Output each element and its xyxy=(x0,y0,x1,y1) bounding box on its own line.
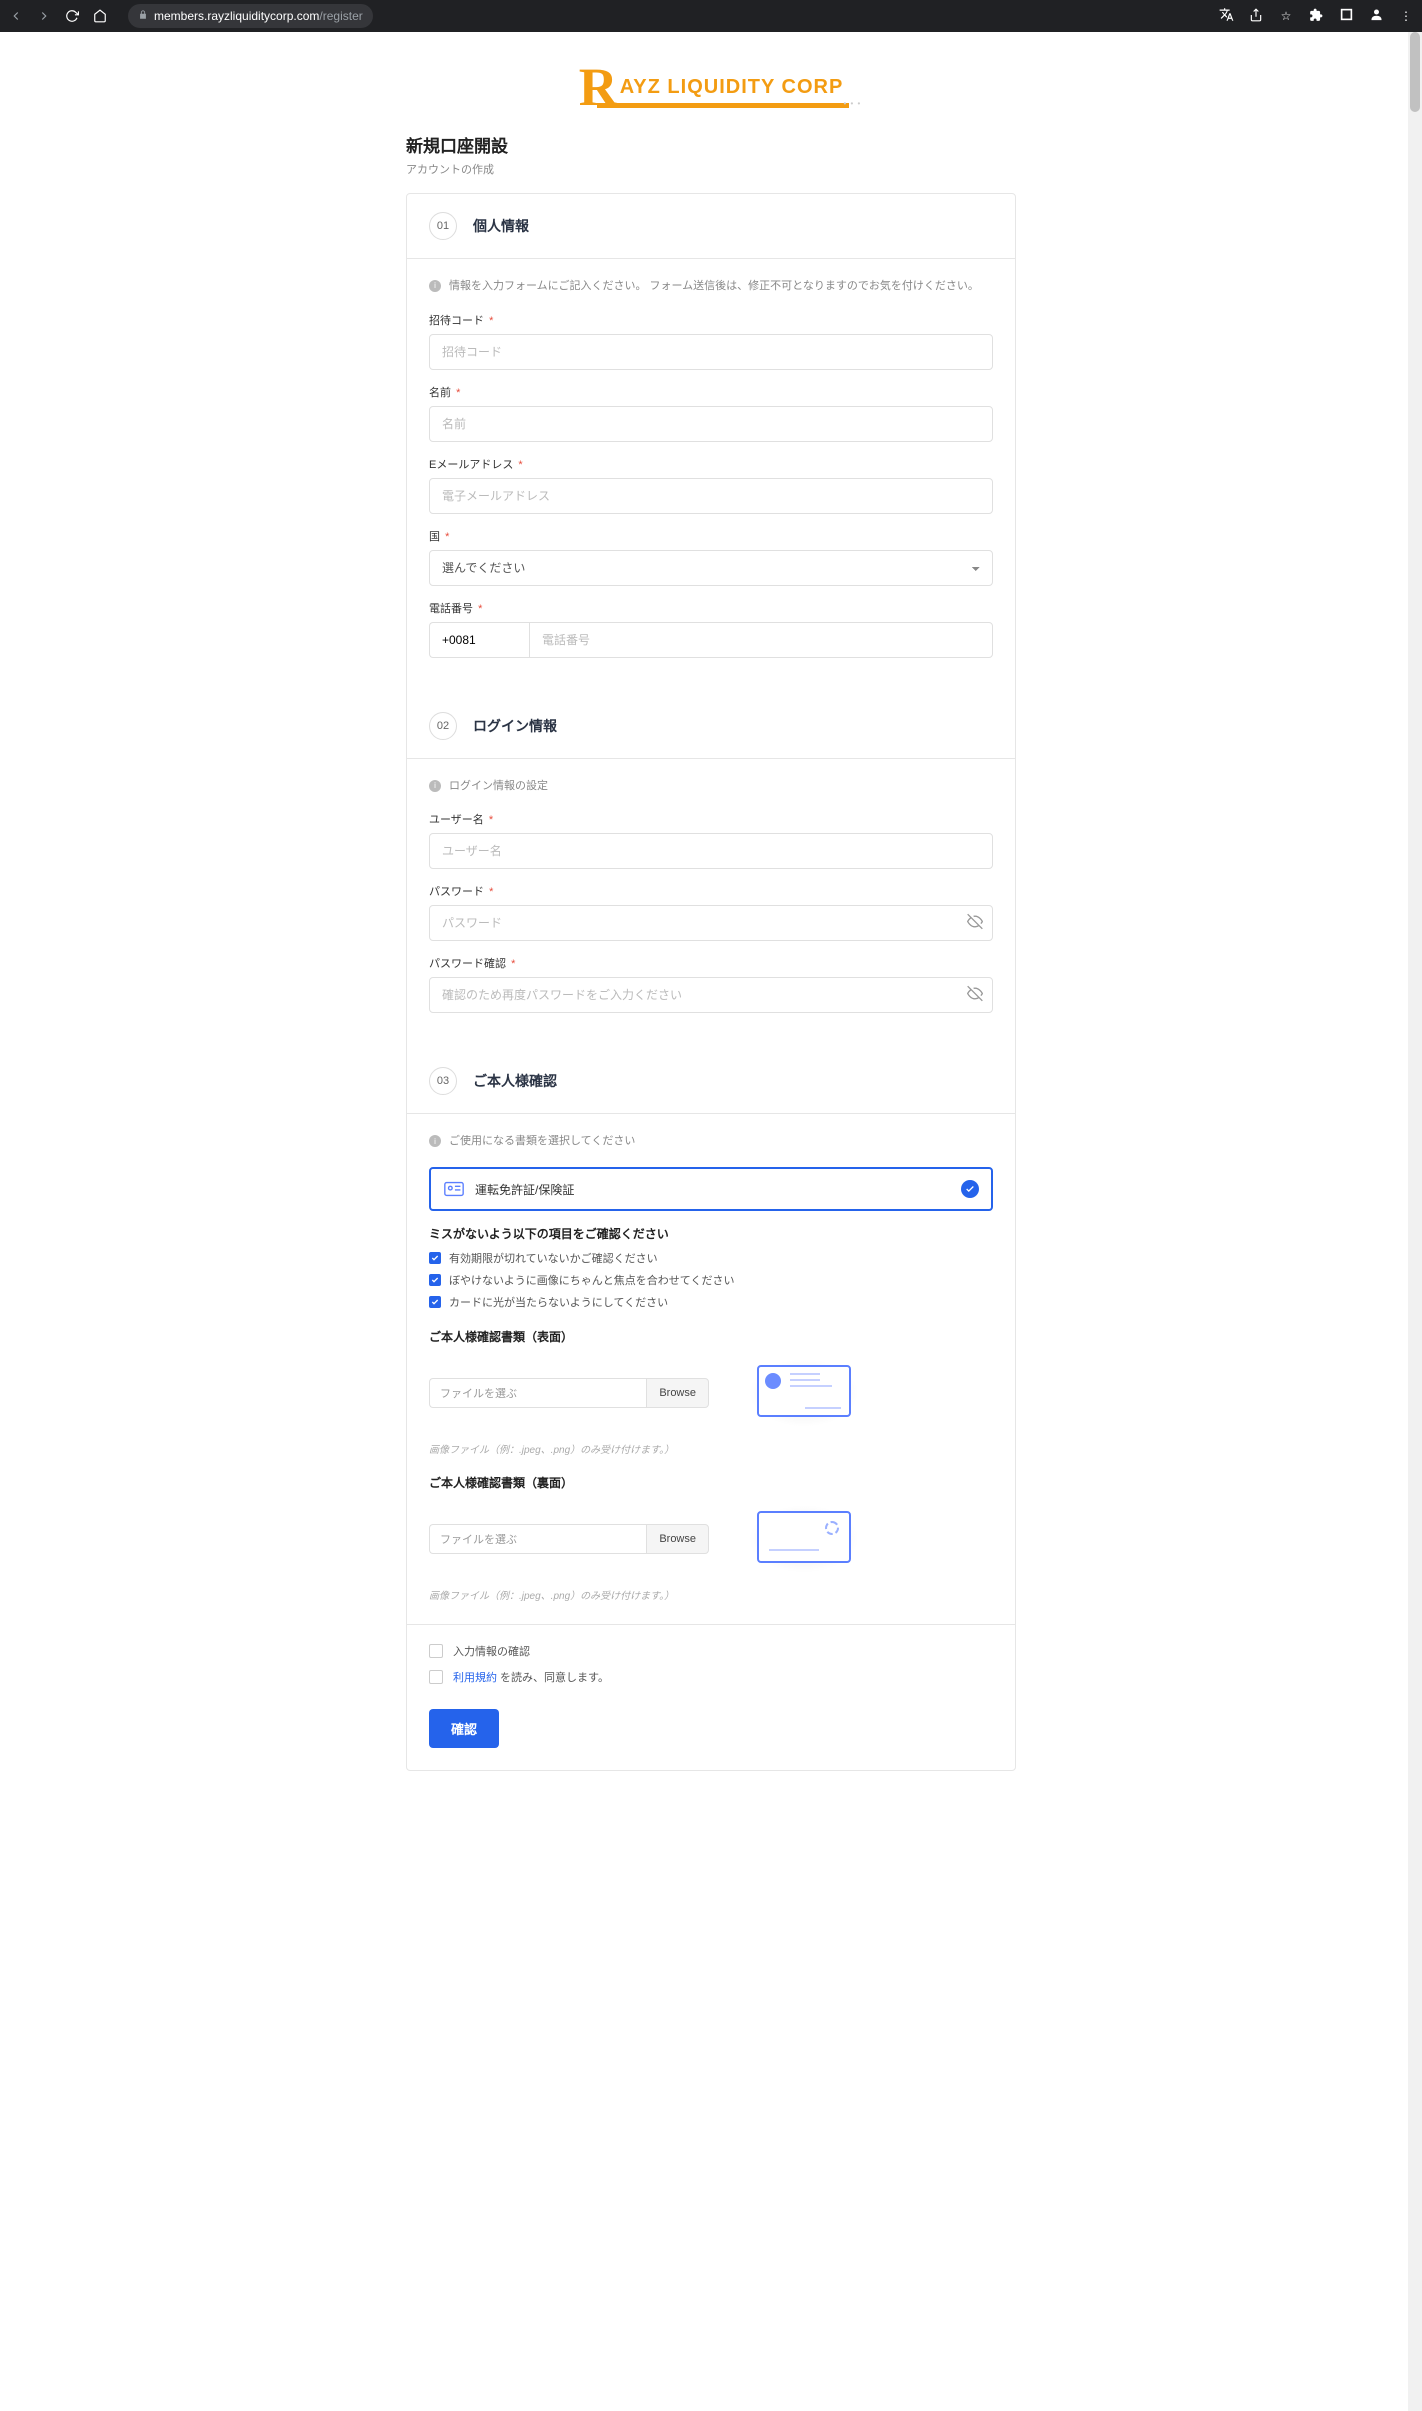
password-confirm-label: パスワード確認 * xyxy=(429,955,993,971)
section-2-note: i ログイン情報の設定 xyxy=(429,777,993,796)
confirm-info-checkbox[interactable] xyxy=(429,1644,443,1658)
step-1-badge: 01 xyxy=(429,212,457,240)
home-icon[interactable] xyxy=(92,8,108,24)
invite-input[interactable] xyxy=(429,334,993,370)
checkbox-checked-icon xyxy=(429,1252,441,1264)
country-select[interactable]: 選んでください xyxy=(429,550,993,586)
url-text: members.rayzliquiditycorp.com/register xyxy=(154,9,363,23)
step-3-badge: 03 xyxy=(429,1067,457,1095)
section-3-title: ご本人様確認 xyxy=(473,1071,557,1091)
scrollbar[interactable] xyxy=(1408,32,1422,2411)
document-type-option[interactable]: 運転免許証/保険証 xyxy=(429,1167,993,1211)
username-input[interactable] xyxy=(429,833,993,869)
confirm-info-label: 入力情報の確認 xyxy=(453,1643,530,1659)
section-3-note: i ご使用になる書類を選択してください xyxy=(429,1132,993,1151)
phone-input[interactable] xyxy=(529,622,993,658)
submit-button[interactable]: 確認 xyxy=(429,1709,499,1748)
page-title: 新規口座開設 xyxy=(406,132,1016,157)
back-file-name: ファイルを選ぶ xyxy=(429,1524,646,1554)
front-browse-button[interactable]: Browse xyxy=(646,1378,709,1408)
checklist-item: ぼやけないように画像にちゃんと焦点を合わせてください xyxy=(429,1272,993,1288)
section-1-title: 個人情報 xyxy=(473,216,529,236)
step-2-badge: 02 xyxy=(429,712,457,740)
email-input[interactable] xyxy=(429,478,993,514)
password-input[interactable] xyxy=(429,905,993,941)
logo-text: AYZ LIQUIDITY CORP xyxy=(620,76,844,98)
front-upload-title: ご本人様確認書類（表面） xyxy=(429,1328,993,1345)
section-2-header: 02 ログイン情報 xyxy=(407,694,1015,759)
lock-icon xyxy=(138,9,148,23)
eye-off-icon[interactable] xyxy=(967,986,983,1005)
info-icon: i xyxy=(429,780,441,792)
share-icon[interactable] xyxy=(1248,8,1264,25)
profile-icon[interactable] xyxy=(1368,7,1384,25)
checkbox-checked-icon xyxy=(429,1274,441,1286)
checklist-title: ミスがないよう以下の項目をご確認ください xyxy=(429,1225,993,1242)
reload-icon[interactable] xyxy=(64,8,80,24)
forward-icon[interactable] xyxy=(36,8,52,24)
terms-label: 利用規約 を読み、同意します。 xyxy=(453,1669,609,1685)
menu-icon[interactable]: ⋮ xyxy=(1398,9,1414,23)
id-front-preview xyxy=(749,1359,859,1427)
back-file-hint: 画像ファイル（例：.jpeg、.png）のみ受け付けます。） xyxy=(429,1587,993,1602)
back-browse-button[interactable]: Browse xyxy=(646,1524,709,1554)
front-file-hint: 画像ファイル（例：.jpeg、.png）のみ受け付けます。） xyxy=(429,1441,993,1456)
id-back-preview xyxy=(749,1505,859,1573)
section-2-title: ログイン情報 xyxy=(473,716,557,736)
logo-letter: R xyxy=(579,57,618,117)
logo: RAYZ LIQUIDITY CORP • • • xyxy=(296,52,1126,132)
back-upload-title: ご本人様確認書類（裏面） xyxy=(429,1474,993,1491)
id-card-icon xyxy=(443,1178,465,1200)
checklist-item: カードに光が当たらないようにしてください xyxy=(429,1294,993,1310)
info-icon: i xyxy=(429,280,441,292)
section-1-note: i 情報を入力フォームにご記入ください。 フォーム送信後は、修正不可となりますの… xyxy=(429,277,993,296)
window-icon[interactable] xyxy=(1338,8,1354,24)
terms-checkbox[interactable] xyxy=(429,1670,443,1684)
invite-label: 招待コード * xyxy=(429,312,993,328)
country-label: 国 * xyxy=(429,528,993,544)
password-label: パスワード * xyxy=(429,883,993,899)
extensions-icon[interactable] xyxy=(1308,8,1324,25)
info-icon: i xyxy=(429,1135,441,1147)
name-input[interactable] xyxy=(429,406,993,442)
name-label: 名前 * xyxy=(429,384,993,400)
url-bar[interactable]: members.rayzliquiditycorp.com/register xyxy=(128,4,373,28)
browser-chrome: members.rayzliquiditycorp.com/register ☆… xyxy=(0,0,1422,32)
terms-link[interactable]: 利用規約 xyxy=(453,1672,497,1684)
username-label: ユーザー名 * xyxy=(429,811,993,827)
front-file-name: ファイルを選ぶ xyxy=(429,1378,646,1408)
phone-label: 電話番号 * xyxy=(429,600,993,616)
check-circle-icon xyxy=(961,1180,979,1198)
back-icon[interactable] xyxy=(8,8,24,24)
scrollbar-thumb[interactable] xyxy=(1410,32,1420,112)
section-3-header: 03 ご本人様確認 xyxy=(407,1049,1015,1114)
phone-prefix-input[interactable] xyxy=(429,622,529,658)
email-label: Eメールアドレス * xyxy=(429,456,993,472)
translate-icon[interactable] xyxy=(1218,7,1234,25)
password-confirm-input[interactable] xyxy=(429,977,993,1013)
star-icon[interactable]: ☆ xyxy=(1278,9,1294,23)
checklist-item: 有効期限が切れていないかご確認ください xyxy=(429,1250,993,1266)
section-1-header: 01 個人情報 xyxy=(407,194,1015,259)
page-subtitle: アカウントの作成 xyxy=(406,161,1016,177)
checkbox-checked-icon xyxy=(429,1296,441,1308)
document-type-label: 運転免許証/保険証 xyxy=(475,1181,961,1198)
eye-off-icon[interactable] xyxy=(967,914,983,933)
